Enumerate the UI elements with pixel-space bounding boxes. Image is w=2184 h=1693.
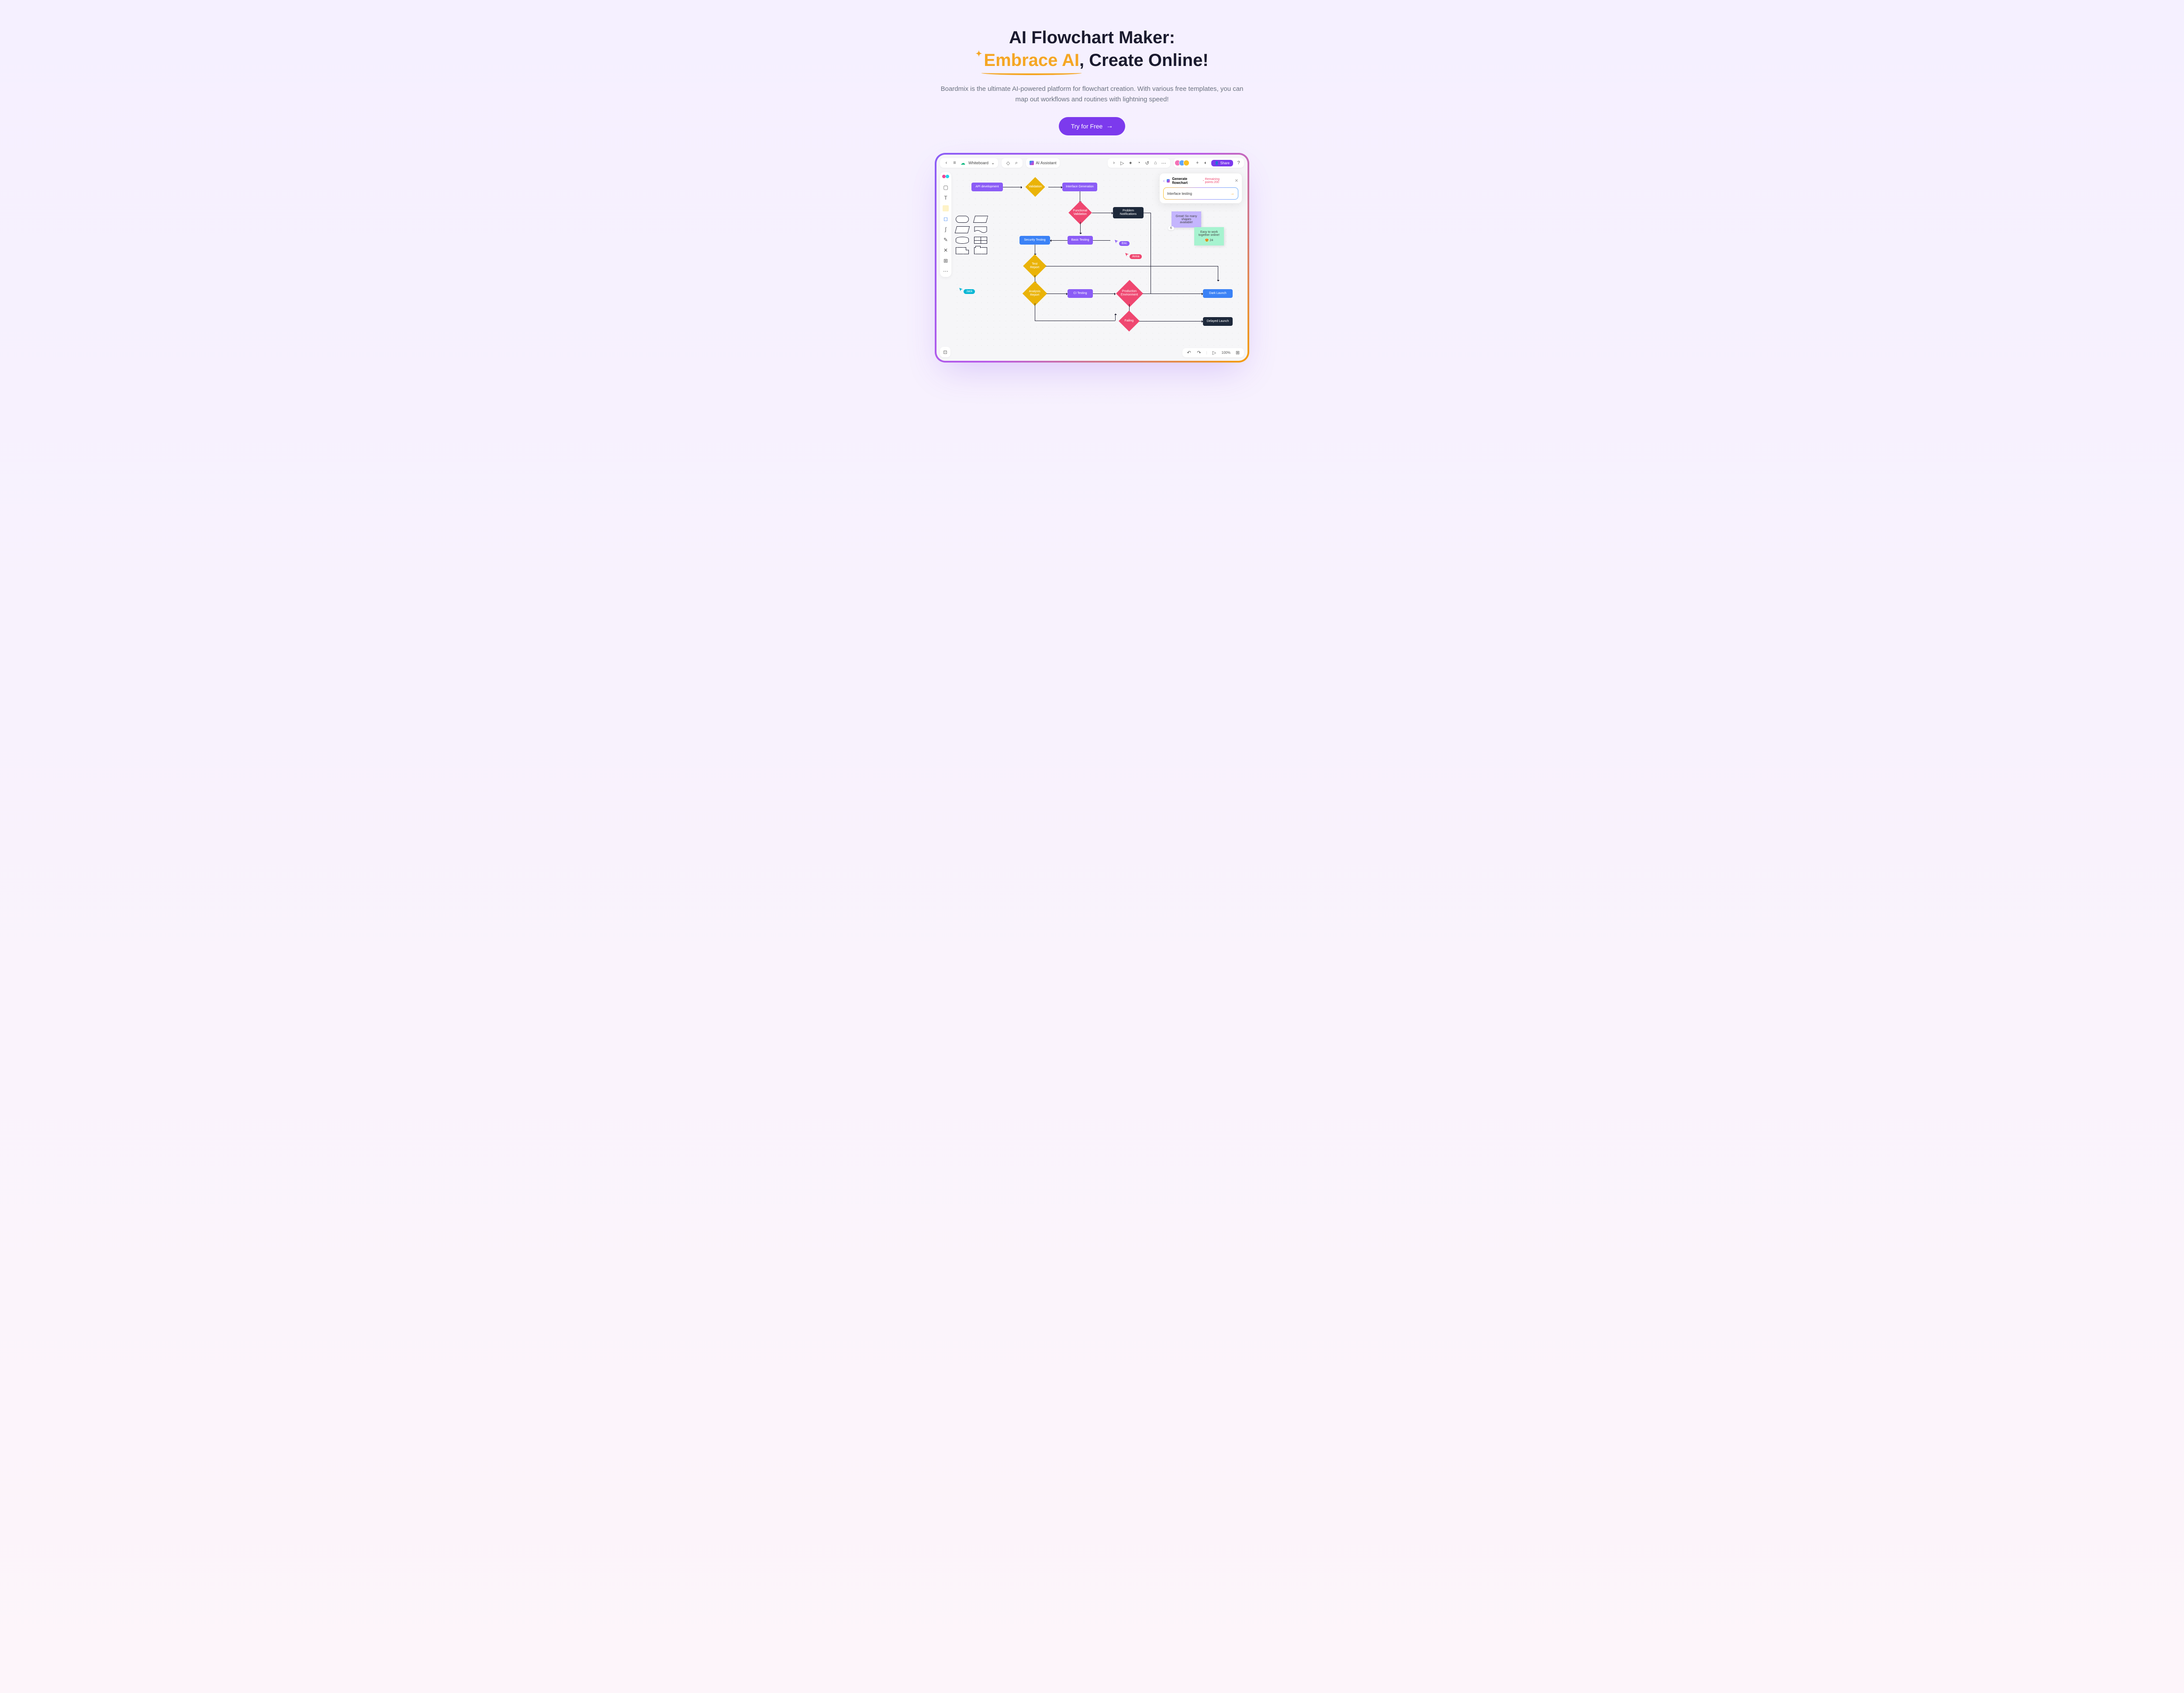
share-button[interactable]: 👤 Share <box>1211 160 1233 166</box>
ai-prompt-input[interactable]: Interface testing → <box>1163 187 1238 200</box>
back-icon[interactable]: ‹ <box>943 160 949 166</box>
chevron-down-icon[interactable]: ⌄ <box>991 161 995 166</box>
play-icon[interactable]: ▷ <box>1120 160 1125 166</box>
confetti-icon[interactable]: ✦ <box>1128 160 1133 166</box>
text-icon[interactable]: T <box>943 195 949 201</box>
page-subtitle: Boardmix is the ultimate AI-powered plat… <box>939 84 1245 105</box>
highlight-text: Embrace AI <box>984 49 1079 72</box>
cursor-eric: Eric <box>1115 238 1119 246</box>
fit-icon[interactable]: ⊞ <box>1235 350 1241 356</box>
frame-icon[interactable]: ▢ <box>943 184 949 190</box>
sticky-note-1[interactable]: Great! So many shapes available! 6 <box>1171 211 1201 228</box>
shape-icon[interactable]: ◻ <box>943 216 949 222</box>
node-delayed[interactable]: Delayed Launch <box>1203 317 1233 326</box>
history-icon[interactable]: ↺ <box>1144 160 1150 166</box>
tag-icon[interactable]: ◇ <box>1005 160 1011 166</box>
user-icon[interactable]: ◐ <box>1203 160 1209 166</box>
arrow-right-icon: → <box>1106 122 1113 130</box>
reaction-count: 6 <box>1168 226 1174 230</box>
view-controls: ↶ ↷ | ▷ 100% ⊞ <box>1182 348 1244 357</box>
node-dark-launch[interactable]: Dark Launch <box>1203 289 1233 298</box>
node-problem[interactable]: Problem Notifications <box>1113 207 1144 218</box>
sticky-note-icon[interactable] <box>943 205 949 211</box>
cursor-anna: Anna <box>1125 252 1130 259</box>
pen-icon[interactable]: ✎ <box>943 237 949 243</box>
node-test-report[interactable]: Test Report <box>1023 254 1047 278</box>
panel-title: Generate flowchart <box>1172 177 1200 185</box>
node-func-valid[interactable]: Functional Validation <box>1068 201 1092 225</box>
node-analysis[interactable]: Analysis Report <box>1023 281 1047 306</box>
search-icon[interactable]: ⌕ <box>1013 160 1019 166</box>
template-icon[interactable]: ⊞ <box>943 258 949 264</box>
chevron-icon[interactable]: › <box>1111 160 1117 166</box>
help-icon[interactable]: ? <box>1236 160 1241 166</box>
reaction-emoji: 😍 24 <box>1198 238 1220 242</box>
ai-logo-icon <box>1167 179 1170 183</box>
node-prod-env[interactable]: Production Environment <box>1116 280 1143 307</box>
node-ci-test[interactable]: CI Testing <box>1068 289 1093 298</box>
line-icon[interactable]: ∫ <box>943 226 949 232</box>
add-user-icon[interactable]: + <box>1195 160 1200 166</box>
menu-icon[interactable]: ≡ <box>952 160 957 166</box>
board-name[interactable]: Whiteboard <box>968 161 988 165</box>
boardmix-logo-icon[interactable] <box>942 175 949 180</box>
connector-icon[interactable]: ✕ <box>943 247 949 253</box>
node-api-dev[interactable]: API development <box>971 183 1003 191</box>
sticky-note-2[interactable]: Easy to work together online! 😍 24 <box>1194 227 1224 245</box>
apps-icon[interactable]: ⌂ <box>1153 160 1158 166</box>
node-sec-test[interactable]: Security Testing <box>1019 236 1050 245</box>
ai-generate-panel: ‹ Generate flowchart ◔ Remaining points:… <box>1159 173 1242 204</box>
sparkle-icon: ✦ <box>975 49 982 58</box>
panel-back-icon[interactable]: ‹ <box>1163 179 1165 183</box>
pointer-icon[interactable]: ▷ <box>1212 350 1217 356</box>
cloud-icon: ☁ <box>960 160 966 166</box>
try-free-button[interactable]: Try for Free → <box>1059 117 1126 135</box>
ai-assistant-button[interactable]: AI Assistant <box>1026 158 1060 168</box>
node-failing[interactable]: Failing <box>1119 311 1140 332</box>
send-icon[interactable]: → <box>1230 191 1234 196</box>
comment-icon[interactable]: ◔ <box>1136 160 1142 166</box>
node-basic-test[interactable]: Basic Testing <box>1068 236 1093 245</box>
node-iface-gen[interactable]: Interface Generation <box>1062 183 1097 191</box>
app-preview-frame: ‹ ≡ ☁ Whiteboard ⌄ ◇ ⌕ AI Assistant › ▷ … <box>935 153 1249 363</box>
app-topbar: ‹ ≡ ☁ Whiteboard ⌄ ◇ ⌕ AI Assistant › ▷ … <box>940 158 1244 168</box>
share-user-icon: 👤 <box>1215 161 1219 165</box>
redo-icon[interactable]: ↷ <box>1196 350 1202 356</box>
collaborator-avatars[interactable] <box>1176 160 1189 166</box>
points-remaining: ◔ Remaining points:200 <box>1202 178 1230 184</box>
undo-icon[interactable]: ↶ <box>1186 350 1192 356</box>
page-title: AI Flowchart Maker: ✦Embrace AI, Create … <box>939 26 1245 72</box>
node-validation[interactable]: Validation <box>1025 177 1045 197</box>
close-icon[interactable]: ✕ <box>1235 179 1238 183</box>
minimap-button[interactable]: ⊡ <box>940 347 950 357</box>
ai-logo-icon <box>1030 161 1034 165</box>
more-tools-icon[interactable]: ⋯ <box>943 268 949 274</box>
more-icon[interactable]: ⋯ <box>1161 160 1167 166</box>
zoom-level[interactable]: 100% <box>1222 351 1230 355</box>
tool-sidebar: ▢ T ◻ ∫ ✎ ✕ ⊞ ⋯ <box>940 172 951 277</box>
